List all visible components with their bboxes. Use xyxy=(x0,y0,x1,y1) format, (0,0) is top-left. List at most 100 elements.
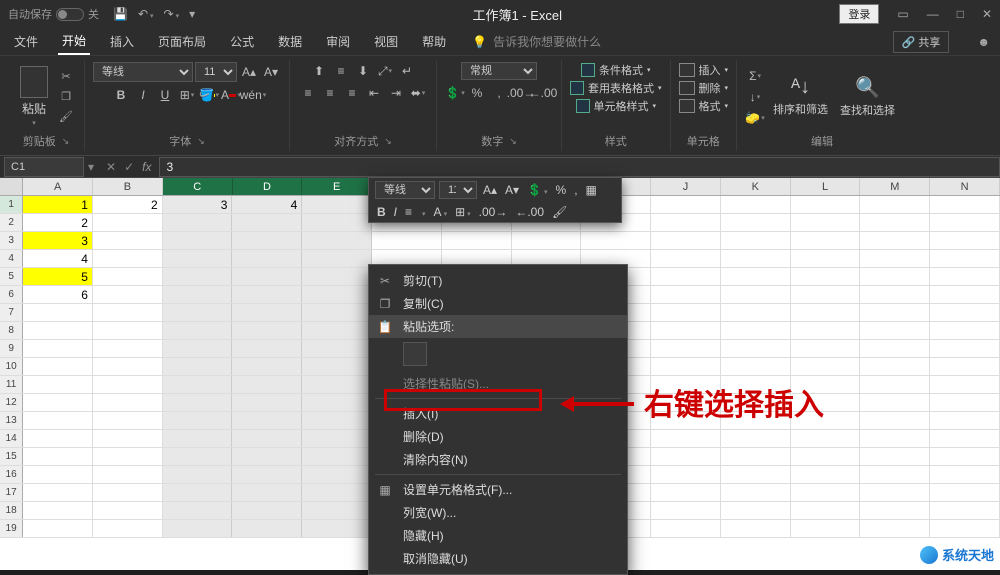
cell[interactable] xyxy=(302,268,372,285)
cell[interactable] xyxy=(721,304,791,321)
cell[interactable] xyxy=(860,322,930,339)
cancel-formula-icon[interactable]: ✕ xyxy=(106,160,116,174)
clear-icon[interactable]: 🧽 xyxy=(745,109,765,127)
tab-insert[interactable]: 插入 xyxy=(106,29,138,54)
column-header-D[interactable]: D xyxy=(233,178,303,195)
cell[interactable] xyxy=(721,520,791,537)
cell[interactable] xyxy=(651,358,721,375)
cell[interactable] xyxy=(930,286,1000,303)
cell[interactable] xyxy=(930,376,1000,393)
name-box[interactable]: C1 xyxy=(4,157,84,177)
name-box-dropdown[interactable]: ▾ xyxy=(84,160,98,174)
column-header-A[interactable]: A xyxy=(23,178,93,195)
context-unhide[interactable]: 取消隐藏(U) xyxy=(369,547,627,570)
cell[interactable] xyxy=(232,430,302,447)
cell[interactable] xyxy=(721,340,791,357)
cell[interactable] xyxy=(23,340,93,357)
cell[interactable] xyxy=(930,502,1000,519)
cell[interactable] xyxy=(232,412,302,429)
cell[interactable] xyxy=(302,214,372,231)
tab-file[interactable]: 文件 xyxy=(10,29,42,54)
cell[interactable] xyxy=(860,232,930,249)
cell[interactable] xyxy=(930,412,1000,429)
cell[interactable] xyxy=(651,484,721,501)
share-button[interactable]: 🔗 共享 xyxy=(893,31,950,53)
cell[interactable] xyxy=(302,196,372,213)
phonetic-button[interactable]: wén xyxy=(243,86,263,104)
cell[interactable] xyxy=(302,394,372,411)
align-bottom-icon[interactable]: ⬇ xyxy=(353,62,373,80)
cell[interactable] xyxy=(791,286,861,303)
cell[interactable] xyxy=(791,232,861,249)
column-header-C[interactable]: C xyxy=(163,178,233,195)
cell[interactable] xyxy=(23,448,93,465)
cell[interactable] xyxy=(651,502,721,519)
row-header[interactable]: 16 xyxy=(0,466,23,483)
cell[interactable] xyxy=(302,232,372,249)
cell[interactable] xyxy=(232,286,302,303)
cell[interactable] xyxy=(163,250,233,267)
cell[interactable] xyxy=(232,484,302,501)
cell[interactable] xyxy=(23,376,93,393)
cell[interactable] xyxy=(651,250,721,267)
cell[interactable] xyxy=(232,520,302,537)
cell[interactable] xyxy=(512,232,582,249)
cell[interactable] xyxy=(93,466,163,483)
cell[interactable] xyxy=(721,250,791,267)
cell[interactable]: 2 xyxy=(23,214,93,231)
table-format-button[interactable]: 套用表格格式▾ xyxy=(570,80,662,96)
tab-data[interactable]: 数据 xyxy=(274,29,306,54)
indent-increase-icon[interactable]: ⇥ xyxy=(386,84,406,102)
cell[interactable] xyxy=(232,502,302,519)
cell[interactable]: 6 xyxy=(23,286,93,303)
align-middle-icon[interactable]: ≡ xyxy=(331,62,351,80)
cell[interactable] xyxy=(302,466,372,483)
context-paste-options[interactable]: 📋粘贴选项: xyxy=(369,315,627,338)
tab-help[interactable]: 帮助 xyxy=(418,29,450,54)
cell[interactable] xyxy=(93,376,163,393)
cell[interactable] xyxy=(23,322,93,339)
context-column-width[interactable]: 列宽(W)... xyxy=(369,501,627,524)
maximize-icon[interactable]: □ xyxy=(957,7,964,21)
mini-align-icon[interactable]: ≡ xyxy=(403,205,414,219)
cell[interactable] xyxy=(860,430,930,447)
cell[interactable] xyxy=(23,430,93,447)
insert-cells-button[interactable]: 插入▾ xyxy=(679,62,729,78)
cell[interactable] xyxy=(163,502,233,519)
alignment-launcher[interactable]: ↘ xyxy=(384,136,392,147)
cell[interactable] xyxy=(791,466,861,483)
cell[interactable] xyxy=(930,232,1000,249)
cell[interactable] xyxy=(93,304,163,321)
context-copy[interactable]: ❐复制(C) xyxy=(369,292,627,315)
mini-decrease-decimal-icon[interactable]: ←.00 xyxy=(513,205,546,219)
undo-icon[interactable]: ↶ xyxy=(138,7,154,21)
cell[interactable] xyxy=(860,286,930,303)
cell[interactable] xyxy=(791,196,861,213)
row-header[interactable]: 17 xyxy=(0,484,23,501)
cell[interactable] xyxy=(442,232,512,249)
cell[interactable] xyxy=(302,322,372,339)
column-header-J[interactable]: J xyxy=(651,178,721,195)
cell[interactable] xyxy=(791,502,861,519)
cell[interactable] xyxy=(860,484,930,501)
cell[interactable] xyxy=(232,250,302,267)
tab-view[interactable]: 视图 xyxy=(370,29,402,54)
cell[interactable] xyxy=(930,448,1000,465)
cell[interactable] xyxy=(163,340,233,357)
cell[interactable] xyxy=(93,232,163,249)
cell[interactable]: 3 xyxy=(23,232,93,249)
cell[interactable] xyxy=(860,412,930,429)
cell[interactable] xyxy=(232,448,302,465)
row-header[interactable]: 3 xyxy=(0,232,23,249)
cell[interactable] xyxy=(163,214,233,231)
mini-accounting-icon[interactable]: 💲 xyxy=(525,183,549,197)
cell[interactable] xyxy=(23,466,93,483)
cell[interactable] xyxy=(232,322,302,339)
mini-decrease-font-icon[interactable]: A▾ xyxy=(503,183,521,197)
border-button[interactable]: ⊞ xyxy=(177,86,197,104)
cell[interactable] xyxy=(721,214,791,231)
sort-filter-button[interactable]: ᴬ↓ 排序和筛选 xyxy=(769,72,832,121)
cell[interactable] xyxy=(860,196,930,213)
paste-option-default[interactable] xyxy=(403,342,427,366)
font-name-select[interactable]: 等线 xyxy=(93,62,193,82)
